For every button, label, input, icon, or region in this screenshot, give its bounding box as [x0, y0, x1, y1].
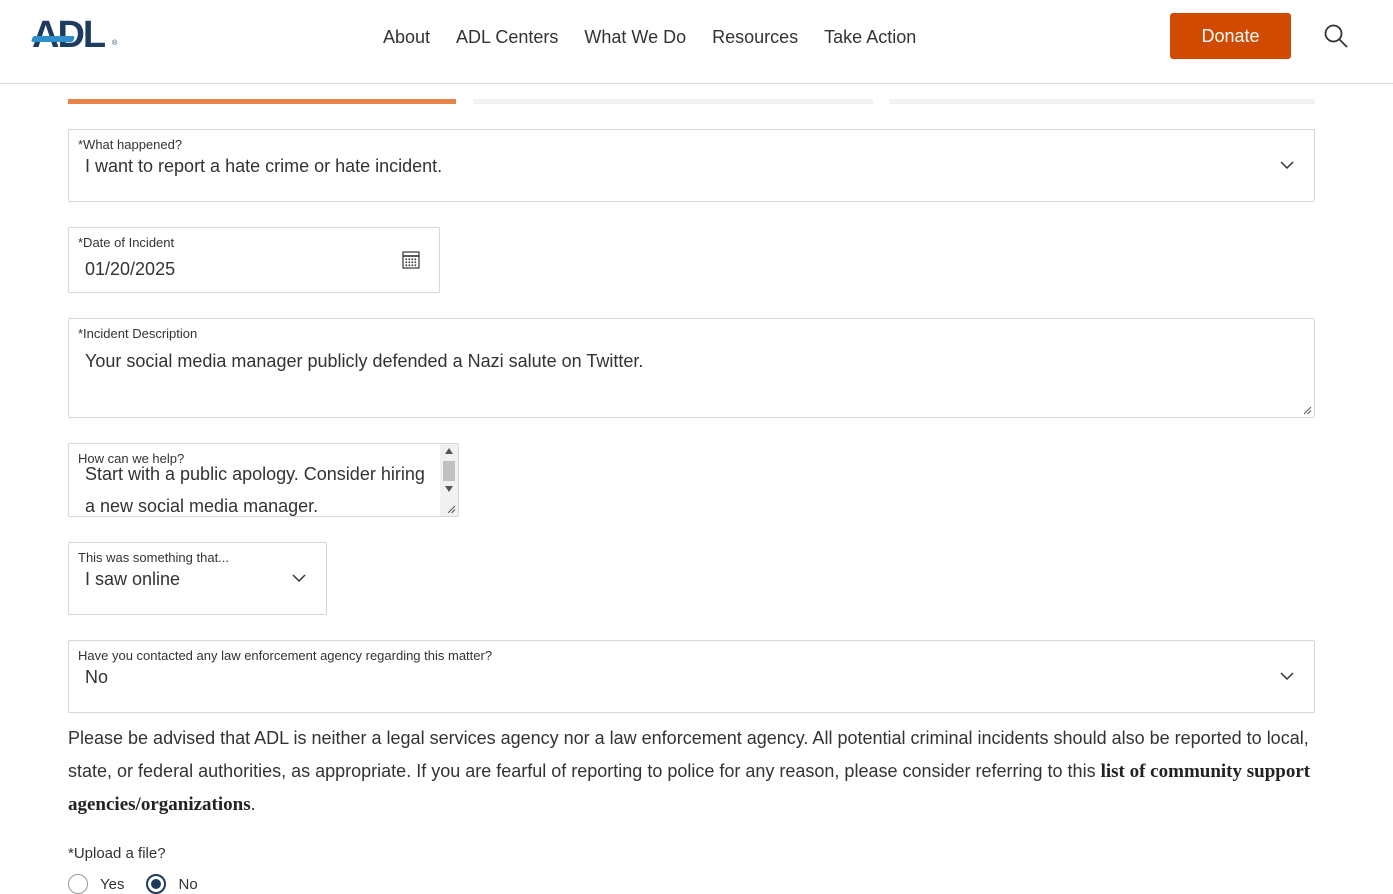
- upload-file-label: *Upload a file?: [68, 845, 166, 862]
- progress-step-1-active: [68, 99, 456, 104]
- upload-no-label: No: [178, 875, 198, 893]
- progress-step-3: [889, 99, 1315, 104]
- advisory-suffix: .: [250, 794, 256, 814]
- logo-swoosh-icon: [30, 36, 76, 42]
- calendar-icon[interactable]: [402, 250, 420, 269]
- advisory-text: Please be advised that ADL is neither a …: [68, 722, 1318, 822]
- nav-what-we-do[interactable]: What We Do: [584, 26, 686, 48]
- nav-take-action[interactable]: Take Action: [824, 26, 916, 48]
- something-that-value: I saw online: [85, 569, 181, 589]
- upload-yes-label: Yes: [100, 875, 125, 893]
- date-of-incident-field[interactable]: *Date of Incident 01/20/2025: [68, 227, 440, 293]
- scroll-down-icon[interactable]: [445, 486, 453, 492]
- nav-adl-centers[interactable]: ADL Centers: [456, 26, 558, 48]
- upload-no-radio[interactable]: [146, 874, 167, 894]
- logo-text: ADL: [32, 14, 106, 56]
- chevron-down-icon: [1280, 672, 1294, 681]
- adl-logo[interactable]: ADL ®: [30, 14, 122, 56]
- what-happened-label: *What happened?: [78, 137, 183, 152]
- site-header: ADL ® About ADL Centers What We Do Resou…: [0, 0, 1393, 84]
- logo-registered-mark: ®: [112, 40, 118, 47]
- nav-about[interactable]: About: [383, 26, 430, 48]
- main-nav: About ADL Centers What We Do Resources T…: [383, 26, 942, 48]
- how-can-we-help-label: How can we help?: [78, 451, 185, 466]
- resize-grip-icon[interactable]: [1303, 406, 1312, 415]
- scrollbar-thumb[interactable]: [443, 461, 455, 481]
- search-icon[interactable]: [1323, 23, 1349, 49]
- incident-description-value: Your social media manager publicly defen…: [85, 351, 644, 371]
- what-happened-select[interactable]: *What happened? I want to report a hate …: [68, 129, 1315, 202]
- law-enforcement-value: No: [85, 667, 109, 687]
- date-value: 01/20/2025: [85, 259, 176, 279]
- progress-step-2: [473, 99, 873, 104]
- resize-grip-icon[interactable]: [447, 505, 456, 514]
- how-can-we-help-value: Start with a public apology. Consider hi…: [85, 464, 425, 516]
- donate-button[interactable]: Donate: [1170, 13, 1291, 59]
- law-enforcement-label: Have you contacted any law enforcement a…: [78, 648, 493, 663]
- what-happened-value: I want to report a hate crime or hate in…: [85, 156, 443, 176]
- chevron-down-icon: [292, 574, 306, 583]
- incident-description-label: *Incident Description: [78, 326, 198, 341]
- nav-resources[interactable]: Resources: [712, 26, 798, 48]
- law-enforcement-select[interactable]: Have you contacted any law enforcement a…: [68, 640, 1315, 713]
- date-label: *Date of Incident: [78, 235, 175, 250]
- upload-radio-group: Yes No: [68, 874, 220, 894]
- how-can-we-help-textarea[interactable]: Start with a public apology. Consider hi…: [68, 443, 459, 517]
- upload-yes-radio[interactable]: [68, 874, 88, 894]
- chevron-down-icon: [1280, 161, 1294, 170]
- incident-description-textarea[interactable]: *Incident Description Your social media …: [68, 318, 1315, 418]
- scroll-up-icon[interactable]: [445, 448, 453, 454]
- something-that-select[interactable]: This was something that... I saw online: [68, 542, 327, 615]
- something-that-label: This was something that...: [78, 550, 230, 565]
